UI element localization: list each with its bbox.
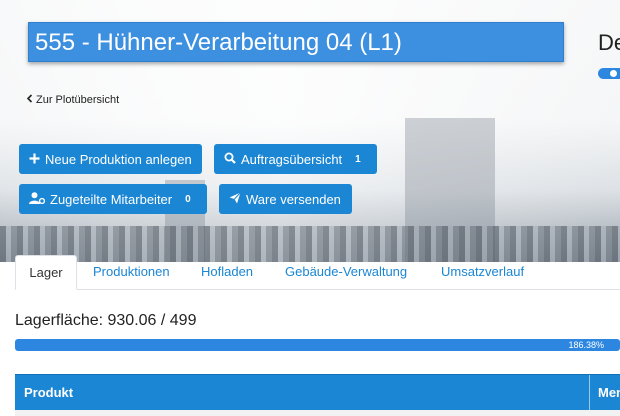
column-header-product[interactable]: Produkt — [24, 375, 73, 411]
search-icon — [224, 152, 236, 167]
new-production-button[interactable]: Neue Produktion anlegen — [19, 144, 202, 174]
tab-building-management[interactable]: Gebäude-Verwaltung — [285, 264, 407, 279]
back-link-label: Zur Plotübersicht — [36, 94, 120, 106]
storage-capacity-label: Lagerfläche: 930.06 / 499 — [15, 312, 197, 329]
ship-goods-button[interactable]: Ware versenden — [219, 184, 352, 214]
city-skyline — [0, 226, 620, 262]
staff-count-badge: 0 — [185, 193, 191, 205]
column-header-quantity[interactable]: Men — [598, 375, 620, 411]
table-header: Produkt Men — [15, 374, 620, 411]
order-overview-label: Auftragsübersicht — [241, 151, 343, 167]
tab-productions[interactable]: Produktionen — [93, 264, 170, 279]
order-overview-button[interactable]: Auftragsübersicht 1 — [214, 144, 377, 174]
plus-icon — [29, 152, 40, 167]
page-title: 555 - Hühner-Verarbeitung 04 (L1) — [28, 22, 564, 62]
ship-goods-label: Ware versenden — [246, 191, 341, 207]
order-count-badge: 1 — [355, 153, 361, 165]
storage-progress-fill: 186.38% — [15, 339, 620, 351]
language-label: De — [598, 30, 620, 55]
assigned-staff-label: Zugeteilte Mitarbeiter — [50, 191, 173, 207]
column-separator — [589, 375, 590, 411]
storage-progress-bar: 186.38% — [15, 339, 620, 351]
tab-farm-shop[interactable]: Hofladen — [201, 264, 253, 279]
tab-revenue-history[interactable]: Umsatzverlauf — [441, 264, 524, 279]
new-production-label: Neue Produktion anlegen — [45, 151, 192, 167]
tab-divider — [15, 289, 620, 290]
back-to-plot-overview-link[interactable]: Zur Plotübersicht — [26, 94, 119, 106]
language-toggle[interactable] — [598, 68, 620, 79]
user-cog-icon — [29, 191, 46, 207]
toggle-knob — [610, 70, 617, 77]
chevron-left-icon — [26, 94, 33, 106]
tab-storage[interactable]: Lager — [15, 255, 77, 290]
table-row — [15, 410, 620, 416]
assigned-staff-button[interactable]: Zugeteilte Mitarbeiter 0 — [19, 184, 207, 214]
paper-plane-icon — [229, 191, 241, 207]
